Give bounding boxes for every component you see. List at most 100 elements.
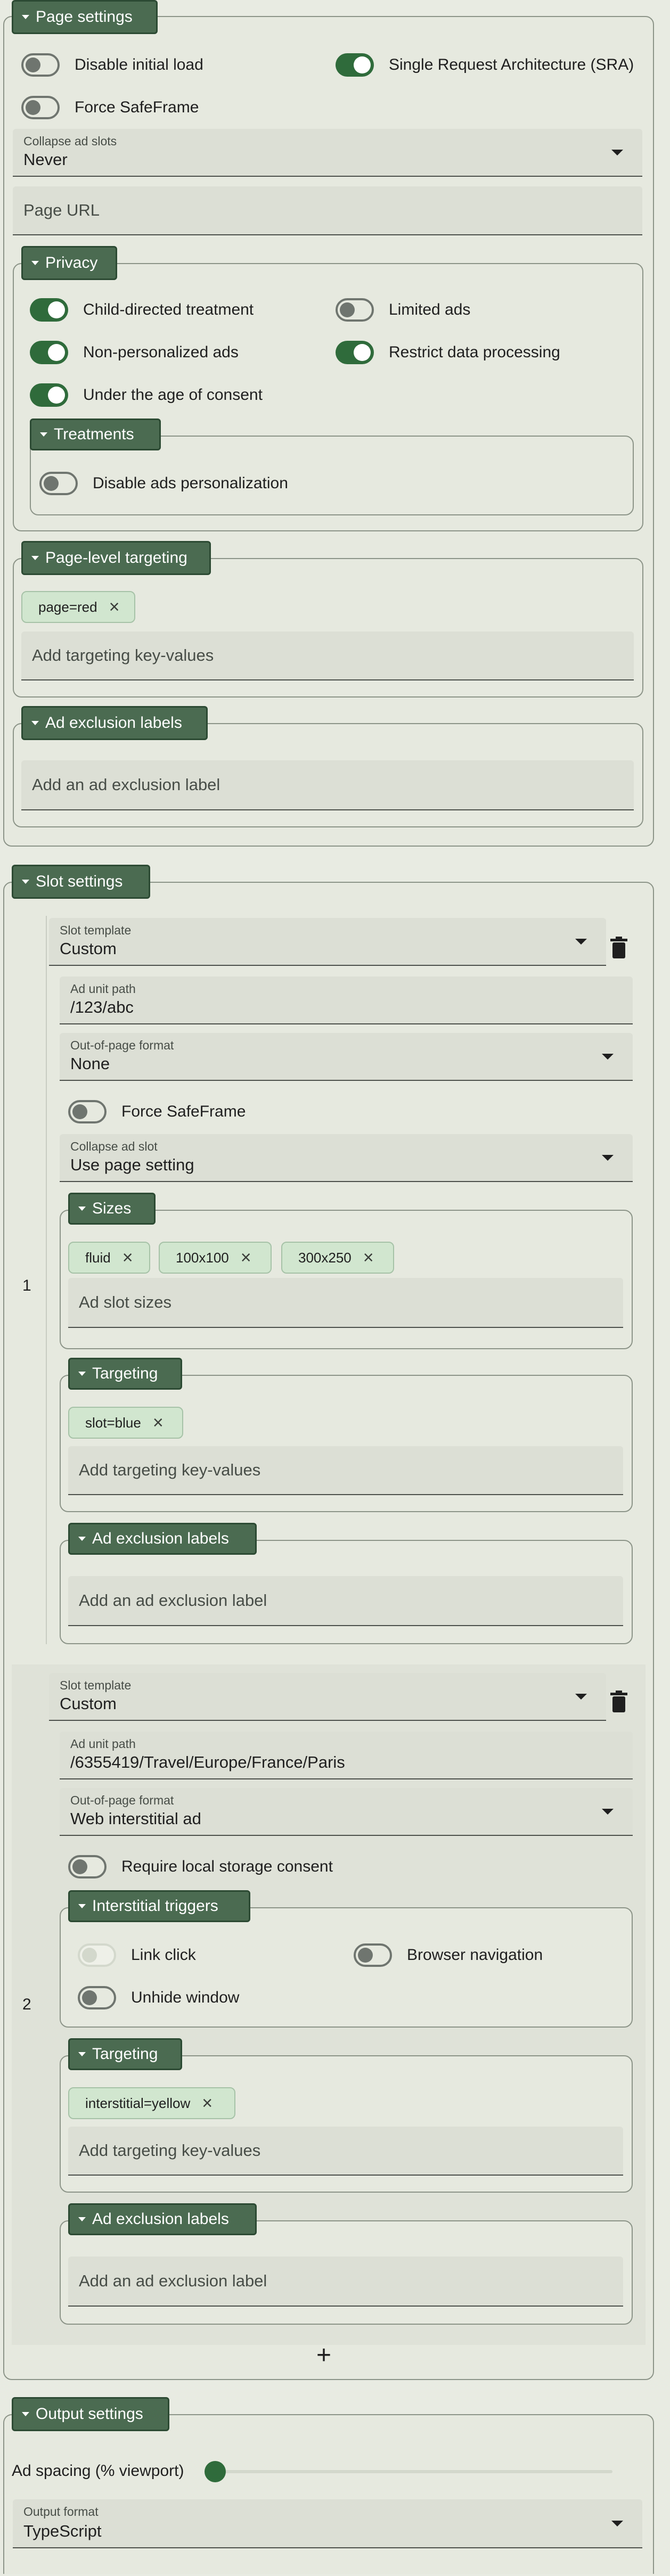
treatments-header[interactable]: Treatments (30, 419, 161, 450)
ad-spacing-label: Ad spacing (% viewport) (12, 2462, 184, 2480)
disable-personalization-toggle[interactable]: Disable ads personalization (39, 472, 288, 495)
force-safeframe-toggle[interactable]: Force SafeFrame (21, 96, 199, 119)
page-url-placeholder: Page URL (23, 201, 100, 219)
close-icon[interactable]: × (122, 1249, 133, 1267)
slot-exclusion-placeholder: Add an ad exclusion label (79, 2271, 267, 2290)
restrict-processing-toggle[interactable]: Restrict data processing (336, 341, 560, 364)
slot-number: 2 (22, 1996, 31, 2013)
unhide-window-toggle[interactable]: Unhide window (78, 1986, 239, 2009)
caret-down-icon (22, 15, 29, 19)
page-targeting-header[interactable]: Page-level targeting (21, 541, 211, 575)
output-settings-header[interactable]: Output settings (12, 2397, 169, 2431)
caret-down-icon (78, 2217, 86, 2221)
oop-format-label: Out-of-page format (70, 1793, 174, 1807)
privacy-title: Privacy (45, 254, 98, 272)
targeting-chip[interactable]: page=red × (21, 591, 135, 623)
page-exclusion-title: Ad exclusion labels (45, 714, 182, 732)
add-slot-button[interactable]: + (316, 2343, 331, 2368)
slot-template-select[interactable]: Slot template Custom (49, 918, 606, 966)
ad-unit-path-input[interactable]: Ad unit path/6355419/Travel/Europe/Franc… (60, 1732, 633, 1779)
targeting-chip[interactable]: slot=blue × (68, 1407, 183, 1439)
slot-targeting-header[interactable]: Targeting (68, 2038, 182, 2070)
page-exclusion-input[interactable]: Add an ad exclusion label (21, 760, 634, 810)
force-safeframe-label: Force SafeFrame (75, 99, 199, 116)
slot-exclusion-header[interactable]: Ad exclusion labels (68, 2203, 257, 2235)
caret-down-icon (31, 556, 39, 560)
close-icon[interactable]: × (363, 1249, 374, 1267)
local-storage-label: Require local storage consent (121, 1858, 333, 1875)
disable-initial-load-toggle[interactable]: Disable initial load (21, 53, 203, 77)
slot-exclusion-header[interactable]: Ad exclusion labels (68, 1523, 257, 1555)
close-icon[interactable]: × (241, 1249, 251, 1267)
sizes-title: Sizes (92, 1200, 132, 1217)
limited-ads-toggle[interactable]: Limited ads (336, 298, 470, 322)
page-url-input[interactable]: Page URL (13, 186, 642, 235)
interstitial-triggers-header[interactable]: Interstitial triggers (68, 1890, 250, 1922)
caret-down-icon (78, 1537, 86, 1541)
non-personalized-toggle[interactable]: Non-personalized ads (30, 341, 239, 364)
dropdown-arrow-icon (602, 1155, 614, 1161)
ad-slot-sizes-input[interactable]: Ad slot sizes (68, 1278, 623, 1328)
sra-toggle[interactable]: Single Request Architecture (SRA) (336, 53, 634, 77)
slot-targeting-input[interactable]: Add targeting key-values (68, 2127, 623, 2176)
output-format-label: Output format (23, 2505, 99, 2518)
disable-initial-load-label: Disable initial load (75, 56, 203, 73)
size-chip[interactable]: 300x250 × (281, 1242, 394, 1274)
slot-template-value: Custom (60, 939, 117, 958)
oop-format-select[interactable]: Out-of-page format Web interstitial ad (60, 1788, 633, 1836)
page-targeting-title: Page-level targeting (45, 549, 187, 567)
close-icon[interactable]: × (153, 1414, 164, 1432)
ad-unit-path-value: /6355419/Travel/Europe/France/Paris (70, 1753, 345, 1771)
collapse-ad-slot-select[interactable]: Collapse ad slot Use page setting (60, 1134, 633, 1182)
targeting-chip[interactable]: interstitial=yellow × (68, 2087, 235, 2119)
oop-format-select[interactable]: Out-of-page format None (60, 1033, 633, 1081)
browser-navigation-toggle[interactable]: Browser navigation (354, 1943, 543, 1967)
dropdown-arrow-icon (611, 2521, 623, 2526)
limited-ads-label: Limited ads (389, 301, 471, 318)
child-directed-toggle[interactable]: Child-directed treatment (30, 298, 254, 322)
close-icon[interactable]: × (109, 598, 120, 616)
chip-label: 300x250 (298, 1249, 352, 1266)
output-format-select[interactable]: Output format TypeScript (13, 2499, 642, 2548)
slot-template-select[interactable]: Slot template Custom (49, 1673, 606, 1721)
chip-label: slot=blue (85, 1414, 141, 1431)
dropdown-arrow-icon (575, 1694, 587, 1700)
caret-down-icon (22, 880, 29, 884)
treatments-title: Treatments (54, 425, 134, 443)
sizes-header[interactable]: Sizes (68, 1193, 156, 1225)
slot-force-safeframe-toggle[interactable]: Force SafeFrame (68, 1100, 246, 1123)
ad-unit-path-label: Ad unit path (70, 1737, 136, 1751)
under-age-toggle[interactable]: Under the age of consent (30, 383, 263, 407)
page-targeting-input[interactable]: Add targeting key-values (21, 631, 634, 680)
local-storage-toggle[interactable]: Require local storage consent (68, 1855, 333, 1878)
slot-exclusion-input[interactable]: Add an ad exclusion label (68, 2257, 623, 2307)
sra-label: Single Request Architecture (SRA) (389, 56, 634, 73)
size-chip[interactable]: fluid × (68, 1242, 150, 1274)
slider-thumb[interactable] (205, 2461, 226, 2482)
dropdown-arrow-icon (611, 150, 623, 155)
slot-settings-header[interactable]: Slot settings (12, 865, 150, 899)
page-settings-title: Page settings (36, 8, 133, 26)
ad-unit-path-input[interactable]: Ad unit path/123/abc (60, 977, 633, 1024)
slot-template-label: Slot template (60, 1678, 132, 1692)
trash-icon[interactable] (607, 935, 631, 961)
output-settings-title: Output settings (36, 2405, 143, 2423)
caret-down-icon (22, 2412, 29, 2416)
trash-icon[interactable] (607, 1689, 631, 1714)
link-click-toggle[interactable]: Link click (78, 1943, 196, 1967)
slot-exclusion-input[interactable]: Add an ad exclusion label (68, 1576, 623, 1626)
slot-targeting-header[interactable]: Targeting (68, 1358, 182, 1390)
disable-personalization-label: Disable ads personalization (93, 474, 288, 492)
slot-template-value: Custom (60, 1694, 117, 1713)
slot-targeting-placeholder: Add targeting key-values (79, 2141, 261, 2160)
page-settings-header[interactable]: Page settings (12, 0, 158, 34)
slot-targeting-input[interactable]: Add targeting key-values (68, 1446, 623, 1495)
collapse-ad-slots-select[interactable]: Collapse ad slots Never (13, 129, 642, 177)
privacy-header[interactable]: Privacy (21, 246, 117, 280)
ad-spacing-slider[interactable] (205, 2461, 612, 2482)
slot-number: 1 (22, 1277, 31, 1294)
close-icon[interactable]: × (202, 2094, 213, 2112)
slot-settings-title: Slot settings (36, 873, 123, 890)
size-chip[interactable]: 100x100 × (159, 1242, 272, 1274)
page-exclusion-header[interactable]: Ad exclusion labels (21, 706, 208, 740)
